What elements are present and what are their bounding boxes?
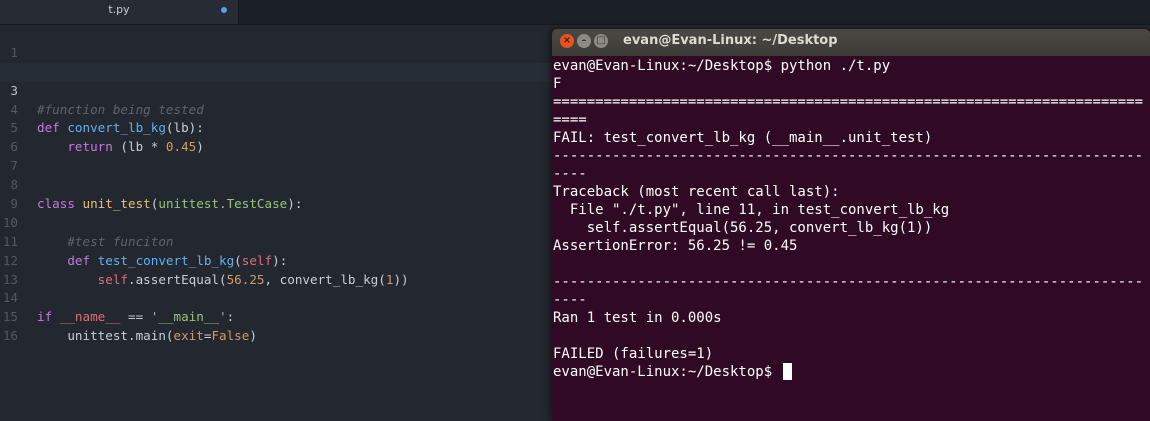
terminal-line: ========================================…: [553, 94, 1144, 110]
terminal-line: F: [553, 76, 562, 92]
minimize-icon[interactable]: –: [577, 34, 591, 48]
terminal-titlebar[interactable]: × – □ evan@Evan-Linux: ~/Desktop: [552, 29, 1150, 56]
terminal-line: ----: [553, 292, 587, 308]
code-token: unittest.main(: [67, 328, 174, 344]
terminal-line: FAILED (failures=1): [553, 346, 714, 362]
tab-bar: t.py: [0, 0, 1150, 25]
terminal-line: Ran 1 test in 0.000s: [553, 310, 722, 326]
terminal-line: ----------------------------------------…: [553, 274, 1144, 290]
terminal-cursor: [782, 363, 792, 380]
terminal-line: evan@Evan-Linux:~/Desktop$ python ./t.py: [553, 58, 891, 74]
terminal-line: ----------------------------------------…: [553, 148, 1144, 164]
maximize-icon[interactable]: □: [594, 34, 608, 48]
tab-t-py[interactable]: t.py: [0, 0, 239, 24]
terminal-line: Traceback (most recent call last):: [553, 184, 840, 200]
terminal-line: self.assertEqual(56.25, convert_lb_kg(1)…: [553, 220, 933, 236]
terminal-line: FAIL: test_convert_lb_kg (__main__.unit_…: [553, 130, 933, 146]
terminal-line: AssertionError: 56.25 != 0.45: [553, 238, 798, 254]
code-token: False: [211, 328, 250, 344]
close-icon[interactable]: ×: [560, 34, 574, 48]
line-number: 16: [2, 328, 18, 344]
terminal-line: File "./t.py", line 11, in test_convert_…: [553, 202, 950, 218]
terminal-output[interactable]: evan@Evan-Linux:~/Desktop$ python ./t.py…: [552, 57, 1150, 381]
terminal-prompt-line[interactable]: evan@Evan-Linux:~/Desktop$: [552, 363, 1150, 381]
code-token: exit: [173, 328, 204, 344]
code-token: ): [249, 328, 257, 344]
terminal-window[interactable]: × – □ evan@Evan-Linux: ~/Desktop evan@Ev…: [552, 29, 1150, 421]
tab-title: t.py: [108, 3, 130, 16]
terminal-title: evan@Evan-Linux: ~/Desktop: [623, 33, 838, 48]
terminal-prompt: evan@Evan-Linux:~/Desktop$: [553, 364, 781, 380]
terminal-line: ----: [553, 166, 587, 182]
unsaved-dot-icon: [221, 7, 227, 13]
terminal-line: ====: [553, 112, 587, 128]
